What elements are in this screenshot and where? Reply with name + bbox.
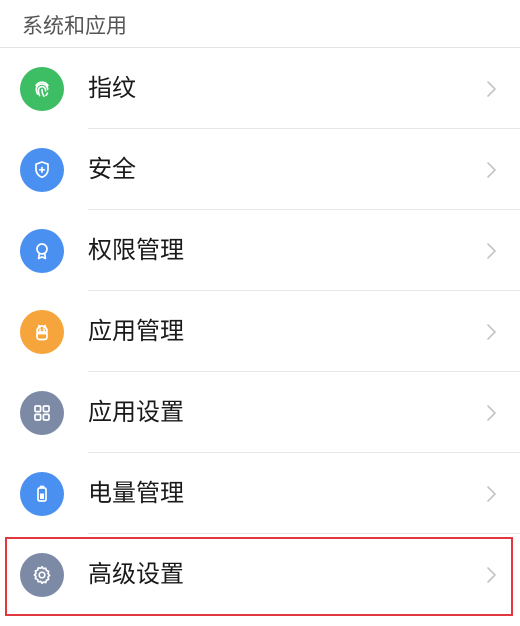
settings-item-app-settings[interactable]: 应用设置: [0, 372, 520, 453]
settings-item-label: 权限管理: [88, 236, 184, 264]
settings-page: 系统和应用 指纹 安全 权限管理 应用管理 应用设置 电量管理 高级设置: [0, 0, 520, 626]
settings-list: 指纹 安全 权限管理 应用管理 应用设置 电量管理 高级设置: [0, 48, 520, 615]
battery-icon: [20, 472, 64, 516]
grid-icon: [20, 391, 64, 435]
settings-item-battery[interactable]: 电量管理: [0, 453, 520, 534]
chevron-right-icon: [487, 243, 496, 259]
settings-item-label: 高级设置: [88, 560, 184, 588]
chevron-right-icon: [487, 162, 496, 178]
chevron-right-icon: [487, 486, 496, 502]
settings-item-label: 应用管理: [88, 317, 184, 345]
settings-item-label: 应用设置: [88, 398, 184, 426]
badge-icon: [20, 229, 64, 273]
section-header: 系统和应用: [0, 0, 520, 48]
fingerprint-icon: [20, 67, 64, 111]
settings-item-label: 电量管理: [88, 479, 184, 507]
settings-item-security[interactable]: 安全: [0, 129, 520, 210]
settings-item-fingerprint[interactable]: 指纹: [0, 48, 520, 129]
settings-item-label: 指纹: [88, 74, 136, 102]
android-icon: [20, 310, 64, 354]
gear-icon: [20, 553, 64, 597]
settings-item-permissions[interactable]: 权限管理: [0, 210, 520, 291]
chevron-right-icon: [487, 81, 496, 97]
chevron-right-icon: [487, 324, 496, 340]
chevron-right-icon: [487, 567, 496, 583]
settings-item-advanced[interactable]: 高级设置: [0, 534, 520, 615]
chevron-right-icon: [487, 405, 496, 421]
settings-item-label: 安全: [88, 155, 136, 183]
shield-icon: [20, 148, 64, 192]
settings-item-app-management[interactable]: 应用管理: [0, 291, 520, 372]
